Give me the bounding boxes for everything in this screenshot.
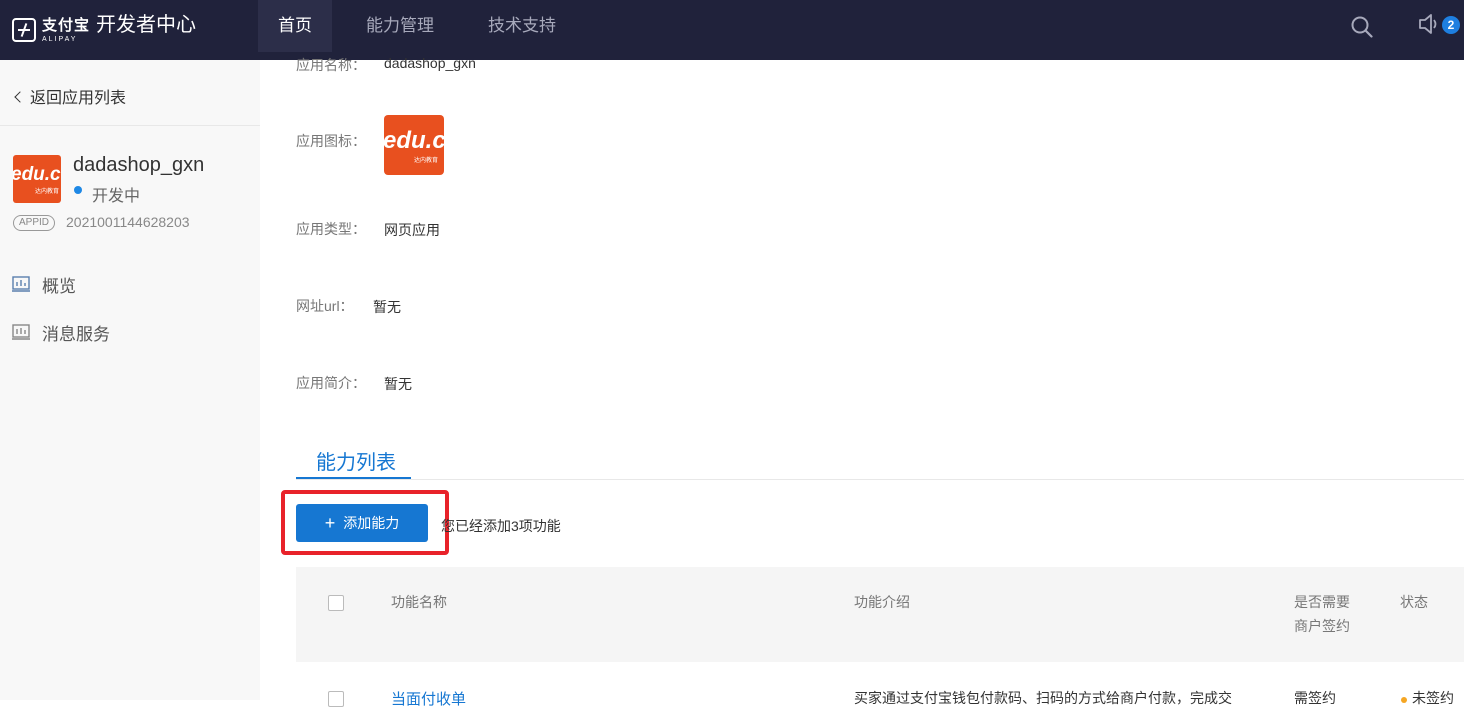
table-header: 功能名称 功能介绍 是否需要 商户签约 状态 bbox=[296, 567, 1464, 662]
app-icon-text: edu.c bbox=[384, 127, 444, 154]
alipay-logo-text: 支付宝 ALIPAY bbox=[42, 18, 90, 43]
sidebar-item-message-service[interactable]: 消息服务 bbox=[12, 320, 110, 344]
sidebar-item-label: 概览 bbox=[42, 276, 76, 296]
brand-title[interactable]: 开发者中心 bbox=[96, 13, 196, 37]
app-icon-label: 应用图标： bbox=[296, 133, 366, 149]
logo-cn: 支付宝 bbox=[42, 16, 91, 34]
sidebar-item-label: 消息服务 bbox=[42, 324, 110, 344]
app-icon-image: edu.c 达内教育 bbox=[384, 115, 444, 175]
alipay-logo[interactable]: 支付宝 ALIPAY bbox=[12, 12, 90, 48]
col-status: 状态 bbox=[1400, 594, 1428, 610]
back-link-label: 返回应用列表 bbox=[30, 90, 127, 107]
dashboard-icon bbox=[12, 276, 30, 292]
col-function-name: 功能名称 bbox=[391, 594, 447, 610]
sidebar: 返回应用列表 edu.c 达内教育 dadashop_gxn 开发中 APPID… bbox=[0, 60, 260, 700]
col-need-sign-line2: 商户签约 bbox=[1294, 618, 1350, 634]
sidebar-item-overview[interactable]: 概览 bbox=[12, 272, 76, 296]
highlight-annotation-box bbox=[281, 490, 449, 555]
tab-ability-list[interactable]: 能力列表 bbox=[316, 446, 396, 475]
added-count-text: 您已经添加3项功能 bbox=[441, 518, 561, 534]
speaker-icon[interactable] bbox=[1417, 12, 1443, 36]
logo-en: ALIPAY bbox=[42, 35, 78, 43]
app-name: dadashop_gxn bbox=[73, 154, 205, 176]
status-dot-icon bbox=[1401, 697, 1407, 703]
row-need-sign: 需签约 bbox=[1294, 690, 1336, 706]
appid-tag: APPID bbox=[13, 215, 56, 231]
tab-tech-support[interactable]: 技术支持 bbox=[488, 0, 556, 52]
notification-badge[interactable]: 2 bbox=[1442, 16, 1460, 34]
app-type-label: 应用类型： bbox=[296, 221, 366, 237]
row-function-intro: 买家通过支付宝钱包付款码、扫码的方式给商户付款，完成交 bbox=[854, 690, 1232, 706]
app-url-label: 网址url： bbox=[296, 298, 354, 314]
chevron-left-icon bbox=[14, 91, 26, 103]
app-status: 开发中 bbox=[92, 188, 141, 205]
app-logo-subtext: 达内教育 bbox=[35, 189, 60, 195]
back-to-app-list-link[interactable]: 返回应用列表 bbox=[14, 84, 126, 108]
app-logo-text: edu.c bbox=[13, 164, 61, 185]
top-nav-bar: 支付宝 ALIPAY 开发者中心 首页 能力管理 技术支持 2 bbox=[0, 0, 1464, 60]
sidebar-divider bbox=[0, 125, 260, 126]
tab-ability-management[interactable]: 能力管理 bbox=[366, 0, 434, 52]
select-all-checkbox[interactable] bbox=[328, 595, 344, 611]
app-desc-label: 应用简介： bbox=[296, 375, 366, 391]
row-checkbox[interactable] bbox=[328, 691, 344, 707]
appid-value: 2021001144628203 bbox=[66, 214, 190, 230]
tab-divider bbox=[296, 479, 1464, 480]
tab-home[interactable]: 首页 bbox=[258, 0, 332, 52]
app-logo: edu.c 达内教育 bbox=[13, 155, 61, 203]
row-status: 未签约 bbox=[1412, 690, 1454, 706]
alipay-logo-icon bbox=[12, 18, 36, 42]
app-type-value: 网页应用 bbox=[384, 222, 440, 238]
app-icon-subtext: 达内教育 bbox=[414, 158, 439, 164]
message-service-icon bbox=[12, 324, 30, 340]
status-dot-icon bbox=[74, 186, 82, 194]
row-function-name-link[interactable]: 当面付收单 bbox=[391, 688, 466, 709]
app-name-label: 应用名称： bbox=[296, 57, 366, 73]
app-url-value: 暂无 bbox=[373, 299, 401, 315]
app-desc-value: 暂无 bbox=[384, 376, 412, 392]
col-function-intro: 功能介绍 bbox=[854, 594, 910, 610]
search-icon[interactable] bbox=[1351, 16, 1373, 38]
app-name-value: dadashop_gxn bbox=[384, 55, 476, 71]
col-need-sign-line1: 是否需要 bbox=[1294, 594, 1350, 610]
